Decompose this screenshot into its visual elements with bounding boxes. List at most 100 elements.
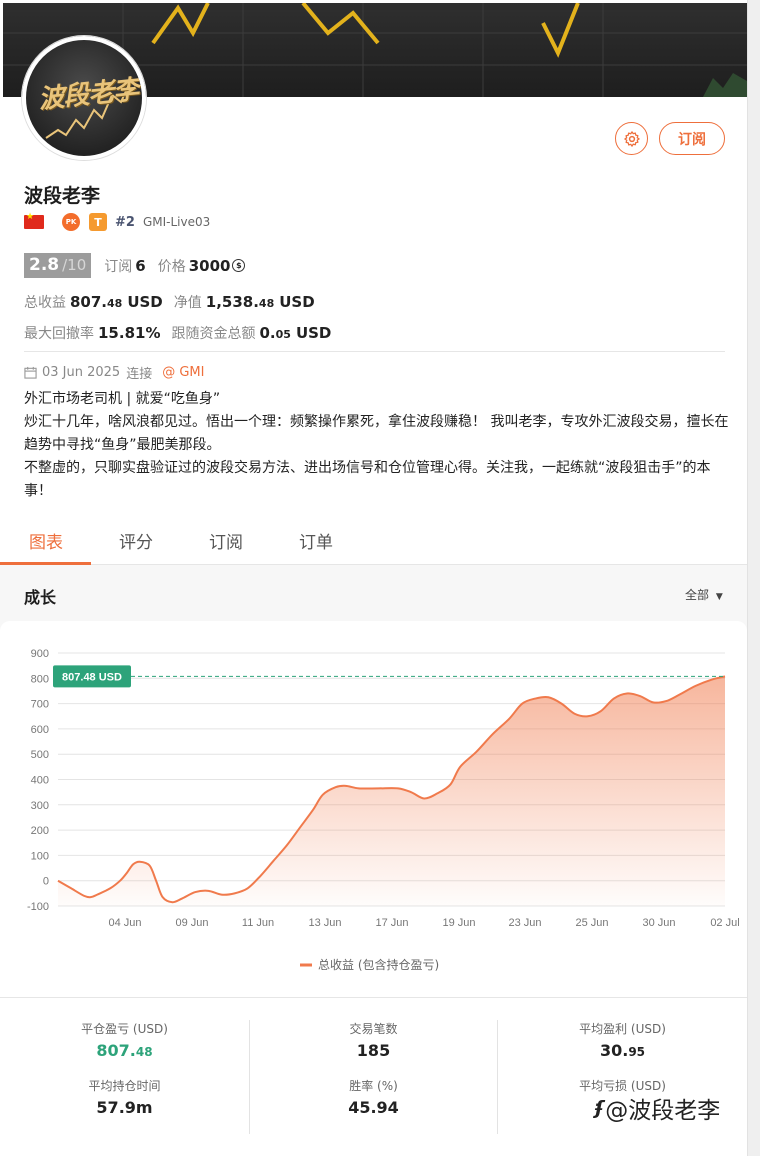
coin-icon: $ (232, 259, 246, 272)
tab-chart[interactable]: 图表 (29, 528, 63, 553)
y-tick-label: 400 (31, 775, 49, 787)
avatar[interactable]: 波段老李 (22, 36, 146, 160)
broker-link[interactable]: @ GMI (162, 365, 204, 380)
tab-rating[interactable]: 评分 (119, 528, 153, 553)
closed-pnl-value: 807.48 (0, 1041, 249, 1060)
x-tick-label: 13 Jun (308, 917, 341, 929)
max-drawdown-value: 15.81% (98, 324, 161, 342)
price-label: 价格 (157, 258, 186, 275)
total-profit-decimals: 48 (107, 297, 123, 310)
score-max: /10 (62, 256, 87, 274)
current-value-label: 807.48 USD (62, 671, 122, 683)
x-tick-label: 04 Jun (108, 917, 141, 929)
avg-hold-time-value: 57.9m (96, 1098, 153, 1117)
series-area (58, 676, 725, 906)
bio-line: 不整虚的，只聊实盘验证过的波段交易方法、进出场信号和仓位管理心得。关注我，一起练… (24, 460, 711, 499)
settings-button[interactable] (615, 122, 648, 155)
follow-funds-value: 0. (259, 324, 276, 342)
y-tick-label: 900 (31, 648, 49, 660)
y-tick-label: 200 (31, 825, 49, 837)
connection-info: 03 Jun 2025 连接 @ GMI (24, 363, 204, 382)
subscribers-value: 6 (135, 256, 146, 275)
tab-bar: 图表 评分 订阅 订单 (0, 518, 747, 565)
growth-chart: 900 800 700 600 500 400 300 200 100 0 -100 04 Jun 09… (27, 648, 740, 972)
bio: 外汇市场老司机 | 就爱“吃鱼身” 炒汇十几年，啥风浪都见过。悟出一个理：频繁操… (24, 388, 729, 503)
closed-pnl-dec: 48 (135, 1045, 153, 1059)
pk-badge-icon: PK (62, 213, 80, 231)
x-tick-label: 25 Jun (575, 917, 608, 929)
china-flag-icon (24, 212, 44, 229)
y-tick-label: -100 (27, 901, 49, 913)
tab-orders[interactable]: 订单 (299, 528, 333, 553)
equity-unit: USD (279, 293, 315, 311)
subscribe-button[interactable]: 订阅 (659, 122, 725, 155)
y-tick-label: 0 (43, 876, 49, 888)
total-profit-label: 总收益 (24, 295, 66, 311)
t-badge-icon: T (89, 213, 107, 231)
chart-card: 900 800 700 600 500 400 300 200 100 0 -100 04 Jun 09… (0, 621, 747, 997)
watermark: ʄ @波段老李 (595, 1091, 720, 1125)
avg-profit-label: 平均盈利 (USD) (579, 1022, 666, 1036)
bio-line: 炒汇十几年，啥风浪都见过。悟出一个理：频繁操作累死，拿住波段赚稳！ 我叫老李，专… (24, 414, 729, 453)
gear-icon (623, 130, 640, 147)
rank-label: #2 (115, 214, 135, 230)
rating-row: 2.8 /10 订阅 6 价格 3000 $ (24, 253, 246, 278)
follow-funds-unit: USD (295, 324, 332, 342)
x-tick-label: 17 Jun (375, 917, 408, 929)
connect-label: 连接 (126, 367, 153, 382)
x-tick-label: 02 Jul (710, 917, 739, 929)
y-tick-label: 700 (31, 699, 49, 711)
summary-stats: 平仓盈亏 (USD) 807.48 交易笔数 185 平均盈利 (USD) 30… (0, 997, 747, 1156)
max-drawdown-label: 最大回撤率 (24, 326, 94, 342)
drawdown-row: 最大回撤率 15.81% 跟随资金总额 0. 05 USD (24, 323, 331, 343)
total-profit-unit: USD (127, 293, 163, 311)
score-value: 2.8 (29, 255, 60, 275)
closed-pnl-int: 807. (96, 1041, 136, 1060)
scrollbar[interactable] (747, 0, 760, 1156)
trade-count-label: 交易笔数 (349, 1022, 398, 1036)
subscribers-label: 订阅 (104, 258, 133, 275)
avg-profit-value: 30.95 (498, 1041, 747, 1060)
follow-funds-label: 跟随资金总额 (171, 326, 256, 342)
win-rate-value: 45.94 (348, 1098, 399, 1117)
connect-date: 03 Jun 2025 (42, 365, 121, 380)
y-tick-label: 300 (31, 800, 49, 812)
caret-down-icon: ▼ (715, 592, 723, 602)
closed-pnl-label: 平仓盈亏 (USD) (81, 1022, 168, 1036)
trader-name: 波段老李 (24, 185, 101, 207)
avg-hold-time-label: 平均持仓时间 (88, 1079, 161, 1093)
avg-profit-dec: 95 (628, 1045, 646, 1059)
x-tick-label: 09 Jun (175, 917, 208, 929)
equity-value: 1,538. (205, 293, 259, 311)
legend-label: 总收益 (包含持仓盈亏) (318, 957, 439, 972)
calendar-icon (24, 366, 37, 379)
chart-title: 成长 (24, 588, 57, 607)
x-tick-label: 19 Jun (442, 917, 475, 929)
x-tick-label: 30 Jun (642, 917, 675, 929)
bio-line: 外汇市场老司机 | 就爱“吃鱼身” (24, 391, 221, 407)
range-value: 全部 (685, 588, 710, 602)
y-tick-label: 800 (31, 673, 49, 685)
badge-row: PK T #2 GMI-Live03 (24, 212, 210, 231)
x-tick-label: 11 Jun (242, 917, 274, 929)
win-rate-label: 胜率 (%) (349, 1079, 398, 1093)
range-dropdown[interactable]: 全部 ▼ (685, 586, 723, 603)
y-tick-label: 500 (31, 749, 49, 761)
trader-profile-page: 波段老李 订阅 波段老李 PK T #2 GMI-Live03 2.8 /10 … (0, 0, 747, 1156)
x-tick-label: 23 Jun (508, 917, 541, 929)
profit-row: 总收益 807. 48 USD 净值 1,538. 48 USD (24, 292, 315, 312)
growth-section: 成长 全部 ▼ 900 800 700 600 500 400 300 200 100 0 -100… (0, 565, 747, 997)
follow-funds-decimals: 05 (275, 328, 291, 341)
watermark-text: @波段老李 (605, 1098, 721, 1124)
weibo-logo-icon: ʄ (595, 1097, 604, 1119)
equity-label: 净值 (173, 295, 202, 311)
score-badge: 2.8 /10 (24, 253, 92, 278)
trade-count-value: 185 (356, 1041, 391, 1060)
total-profit-value: 807. (70, 293, 108, 311)
y-tick-label: 100 (31, 850, 49, 862)
divider (24, 351, 725, 352)
y-tick-label: 600 (31, 724, 49, 736)
price-value: 3000 (188, 256, 231, 275)
tab-subscribe[interactable]: 订阅 (209, 528, 243, 553)
equity-decimals: 48 (258, 297, 275, 310)
